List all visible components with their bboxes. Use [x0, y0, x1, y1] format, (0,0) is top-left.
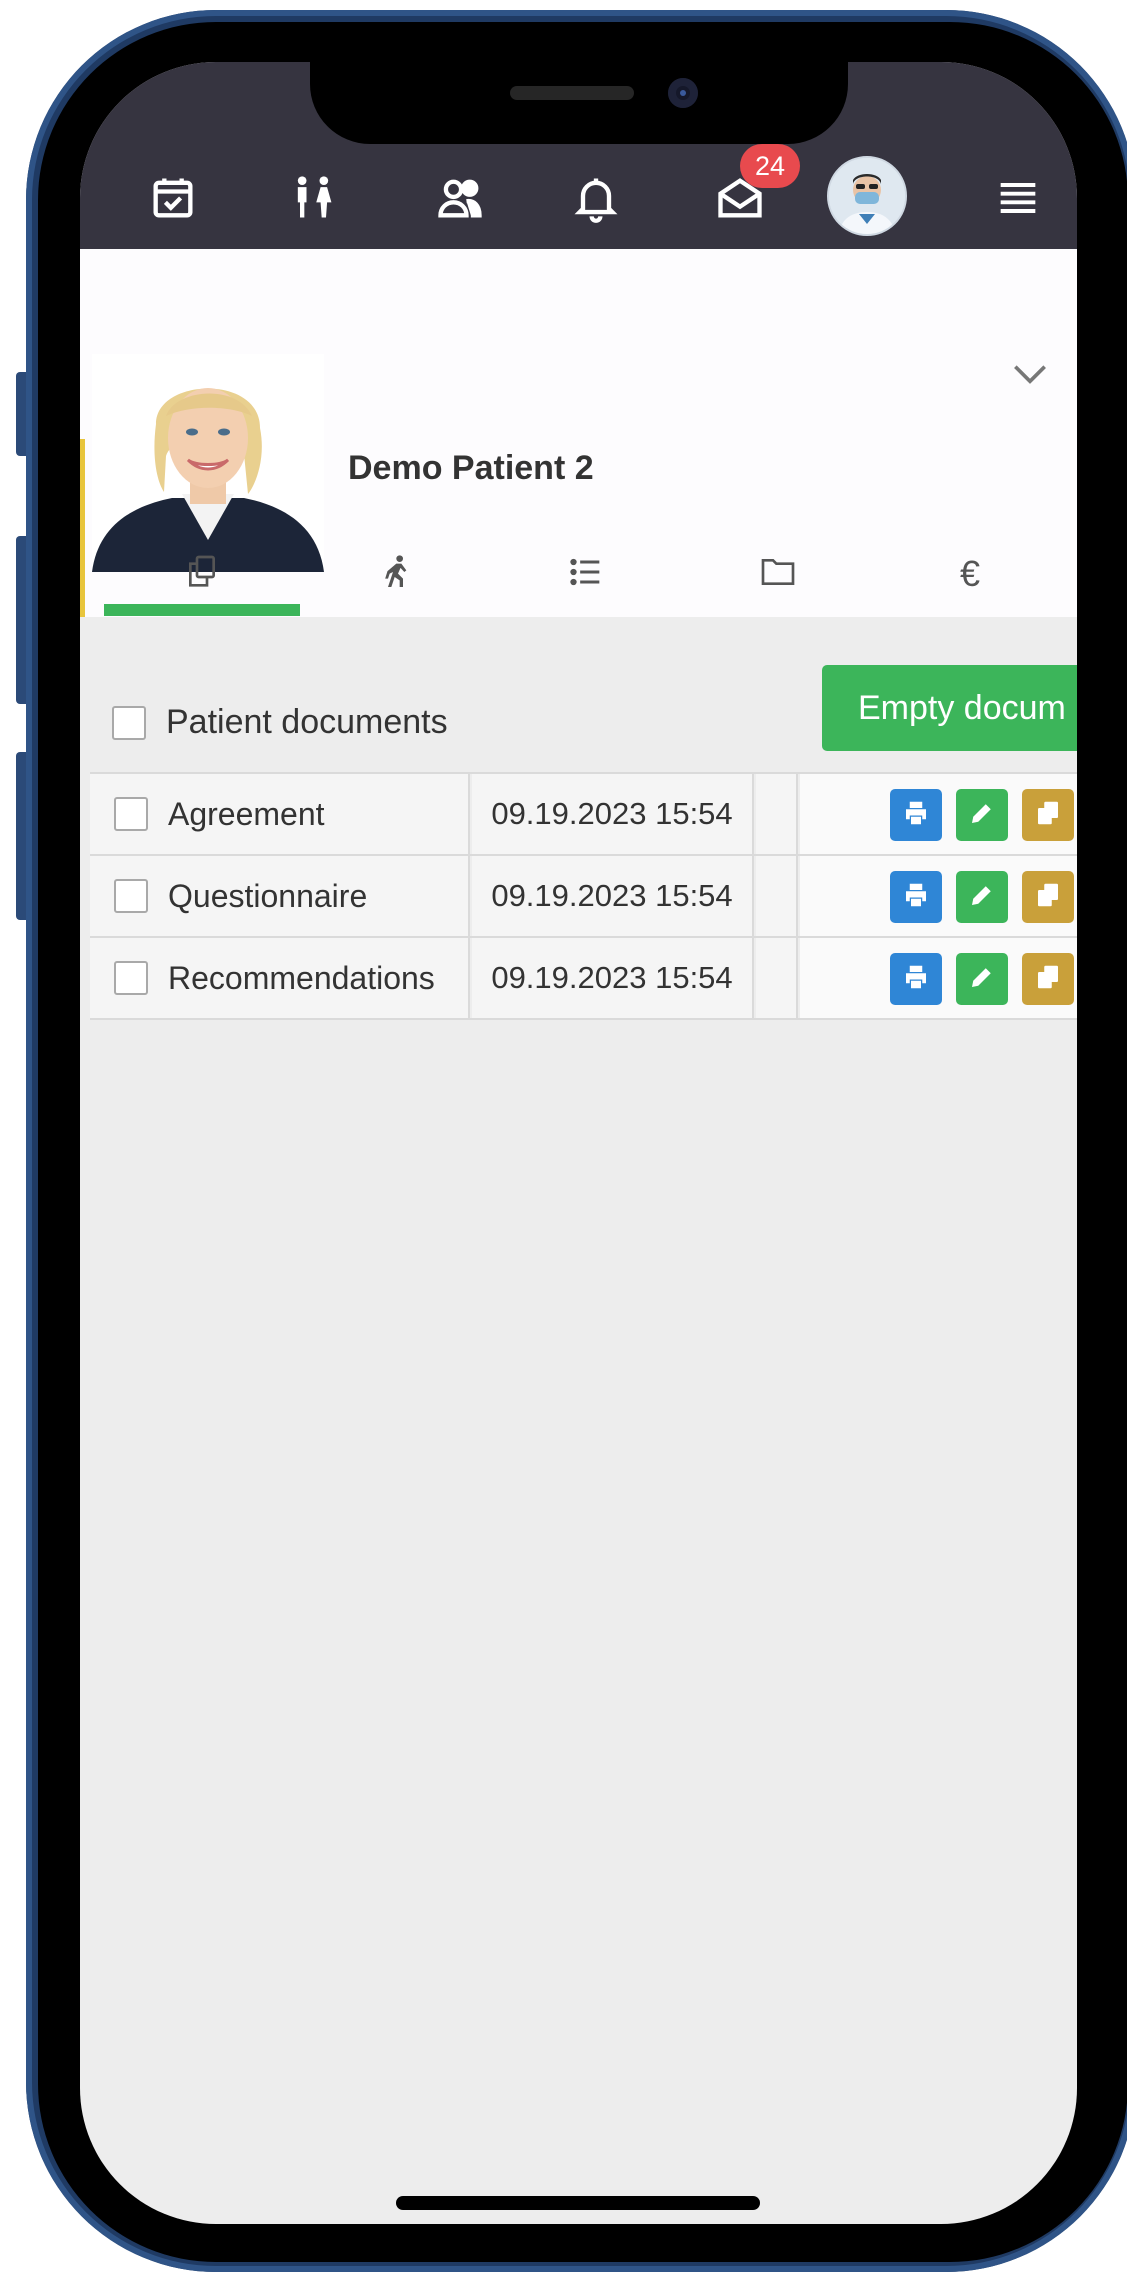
edit-button[interactable] [956, 953, 1008, 1005]
tab-list[interactable] [488, 542, 684, 606]
users-icon[interactable] [422, 160, 498, 236]
table-row: Questionnaire 09.19.2023 15:54 [90, 854, 1077, 936]
tab-files[interactable] [680, 542, 876, 606]
pencil-icon [967, 962, 997, 997]
printer-icon [901, 798, 931, 833]
printer-icon [901, 880, 931, 915]
actions-cell [800, 856, 1077, 936]
document-name-cell: Recommendations [90, 938, 470, 1018]
speaker [510, 86, 634, 100]
chevron-down-icon[interactable] [1008, 352, 1052, 396]
front-camera [668, 78, 698, 108]
document-date: 09.19.2023 15:54 [472, 856, 754, 936]
row-checkbox[interactable] [114, 879, 148, 913]
user-avatar[interactable] [827, 156, 907, 236]
documents-header-label: Patient documents [166, 703, 448, 741]
document-name[interactable]: Agreement [168, 796, 325, 833]
documents-table: Agreement 09.19.2023 15:54 Questionnaire [90, 772, 1077, 1020]
home-indicator[interactable] [396, 2196, 760, 2210]
copy-button[interactable] [1022, 789, 1074, 841]
document-name-cell: Agreement [90, 774, 470, 854]
document-name-cell: Questionnaire [90, 856, 470, 936]
document-name[interactable]: Recommendations [168, 960, 435, 997]
copy-button[interactable] [1022, 953, 1074, 1005]
copy-icon [1033, 962, 1063, 997]
pencil-icon [967, 798, 997, 833]
walking-person-icon [378, 552, 418, 597]
mail-count-badge: 24 [740, 144, 800, 188]
row-checkbox[interactable] [114, 797, 148, 831]
table-row: Recommendations 09.19.2023 15:54 [90, 936, 1077, 1020]
document-name[interactable]: Questionnaire [168, 878, 367, 915]
card-accent-bar [80, 439, 85, 617]
euro-icon: € [959, 553, 981, 594]
copy-button[interactable] [1022, 871, 1074, 923]
list-icon [566, 552, 606, 597]
phone-screen: 24 Demo Patient 2 € Patient documents Em… [80, 62, 1077, 2224]
copy-icon [1033, 798, 1063, 833]
select-all-checkbox[interactable] [112, 705, 146, 740]
actions-cell [800, 938, 1077, 1018]
bell-icon[interactable] [558, 160, 634, 236]
empty-cell [756, 774, 798, 854]
active-tab-indicator [104, 604, 300, 616]
patient-name: Demo Patient 2 [348, 449, 594, 487]
documents-icon [182, 552, 222, 597]
folder-icon [758, 552, 798, 597]
empty-cell [756, 938, 798, 1018]
empty-cell [756, 856, 798, 936]
calendar-check-icon[interactable] [135, 160, 211, 236]
pencil-icon [967, 880, 997, 915]
print-button[interactable] [890, 953, 942, 1005]
empty-document-button[interactable]: Empty docum [822, 665, 1077, 751]
tab-billing[interactable]: € [872, 542, 1068, 606]
edit-button[interactable] [956, 789, 1008, 841]
hamburger-menu-icon[interactable] [980, 160, 1056, 236]
patient-card: Demo Patient 2 € [80, 249, 1077, 617]
notch [310, 62, 848, 144]
printer-icon [901, 962, 931, 997]
document-date: 09.19.2023 15:54 [472, 938, 754, 1018]
table-row: Agreement 09.19.2023 15:54 [90, 772, 1077, 854]
print-button[interactable] [890, 871, 942, 923]
document-date: 09.19.2023 15:54 [472, 774, 754, 854]
tab-documents[interactable] [104, 542, 300, 606]
actions-cell [800, 774, 1077, 854]
tab-visits[interactable] [300, 542, 496, 606]
print-button[interactable] [890, 789, 942, 841]
couple-icon[interactable] [275, 160, 351, 236]
edit-button[interactable] [956, 871, 1008, 923]
patient-photo [92, 354, 324, 572]
documents-header: Patient documents [112, 703, 448, 742]
copy-icon [1033, 880, 1063, 915]
row-checkbox[interactable] [114, 961, 148, 995]
